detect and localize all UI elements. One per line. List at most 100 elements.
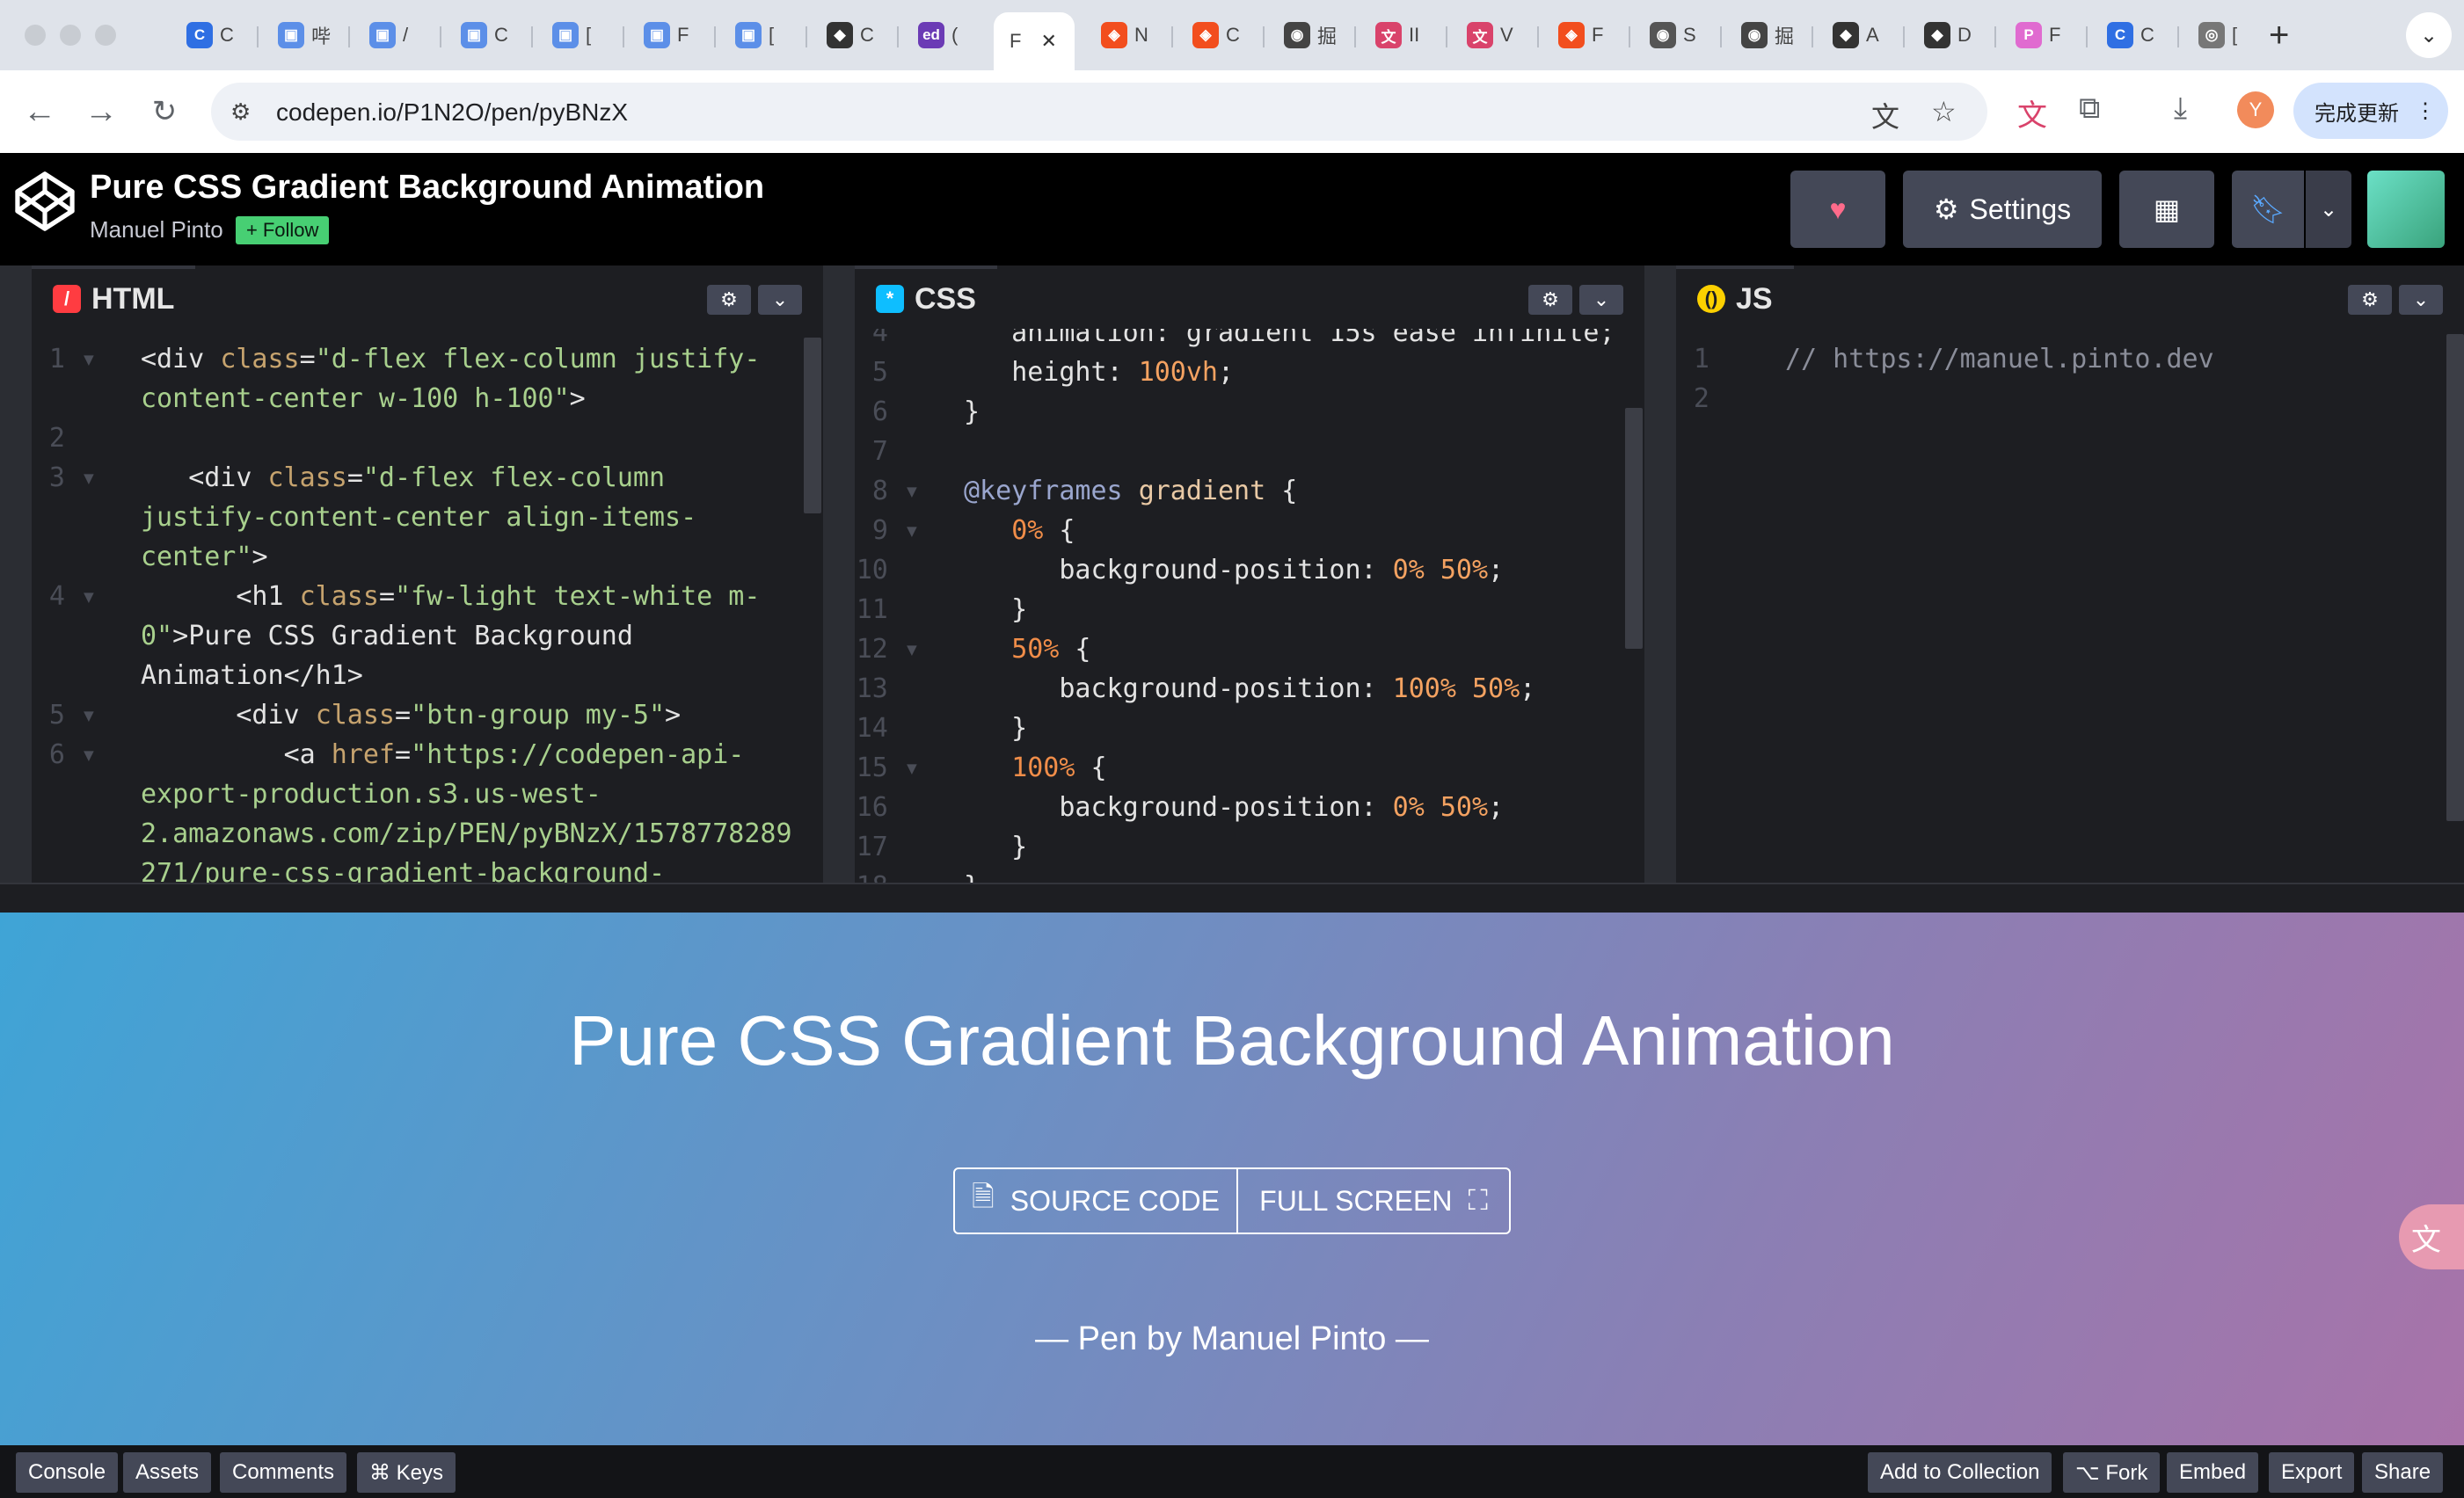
editor-divider[interactable] bbox=[823, 265, 855, 883]
html-collapse-button[interactable]: ⌄ bbox=[758, 285, 802, 315]
more-menu-icon: ⋮ bbox=[2415, 98, 2436, 123]
browser-tab[interactable]: ▣[ bbox=[536, 12, 621, 58]
browser-tab[interactable]: ◈ C bbox=[1177, 12, 1261, 58]
browser-tab[interactable]: ▣ F bbox=[628, 12, 712, 58]
browser-tab[interactable]: 文V bbox=[1451, 12, 1535, 58]
js-tab-label: JS bbox=[1736, 281, 1773, 316]
js-scrollbar[interactable] bbox=[2446, 334, 2464, 821]
html-code-editor[interactable]: 1 ▾ <div class="d-flex flex-column justif… bbox=[32, 329, 823, 883]
translate-icon[interactable]: 文 bbox=[1871, 95, 1899, 135]
browser-tab[interactable]: ◆ A bbox=[1817, 12, 1901, 58]
browser-tab[interactable]: ◉ 掘 bbox=[1268, 12, 1352, 58]
browser-tab[interactable]: ◆ D bbox=[1908, 12, 1993, 58]
assets-button[interactable]: Assets bbox=[123, 1452, 212, 1493]
window-close-button[interactable] bbox=[25, 25, 46, 46]
css-tab[interactable]: * CSS bbox=[855, 265, 997, 329]
love-button[interactable]: ♥ bbox=[1790, 171, 1885, 248]
line-number[interactable]: 8 ▾ bbox=[855, 471, 929, 511]
line-number[interactable]: 4 ▾ bbox=[32, 577, 106, 616]
settings-button[interactable]: ⚙ Settings bbox=[1903, 171, 2102, 248]
line-number[interactable]: 5 ▾ bbox=[32, 695, 106, 735]
browser-tab[interactable]: 文 II bbox=[1360, 12, 1444, 58]
pen-by-credit[interactable]: — Pen by Manuel Pinto — bbox=[0, 1320, 2464, 1358]
follow-button[interactable]: + Follow bbox=[236, 216, 330, 244]
js-settings-button[interactable]: ⚙ bbox=[2348, 285, 2392, 315]
js-tab[interactable]: () JS bbox=[1676, 265, 1794, 329]
browser-tab[interactable]: ed ( bbox=[902, 12, 987, 58]
line-number[interactable]: 15 ▾ bbox=[855, 748, 929, 788]
browser-tab[interactable]: CC bbox=[2091, 12, 2176, 58]
address-bar[interactable]: ⚙ codepen.io/P1N2O/pen/pyBNzX 文 ☆ bbox=[211, 83, 1987, 141]
css-collapse-button[interactable]: ⌄ bbox=[1579, 285, 1623, 315]
user-avatar[interactable] bbox=[2367, 171, 2445, 248]
pen-title[interactable]: Pure CSS Gradient Background Animation bbox=[90, 169, 764, 207]
browser-tab[interactable]: ◈ N bbox=[1085, 12, 1170, 58]
pen-author[interactable]: Manuel Pinto bbox=[90, 216, 223, 244]
line-number[interactable]: 6 ▾ bbox=[32, 735, 106, 774]
editor-divider[interactable] bbox=[1644, 265, 1676, 883]
browser-tab[interactable]: ◆ C bbox=[811, 12, 895, 58]
window-minimize-button[interactable] bbox=[60, 25, 81, 46]
browser-tab[interactable]: ◈ F bbox=[1542, 12, 1627, 58]
code-text: <a href="https://codepen-api- bbox=[283, 739, 745, 770]
line-number[interactable]: 3 ▾ bbox=[32, 458, 106, 498]
browser-tab[interactable]: CC bbox=[171, 12, 255, 58]
browser-tab[interactable]: ◉ 掘 bbox=[1725, 12, 1810, 58]
bookmark-dropdown-button[interactable]: ⌄ bbox=[2306, 171, 2351, 248]
js-code-editor[interactable]: 1 // https://manuel.pinto.dev 2 bbox=[1676, 329, 2464, 883]
comments-button[interactable]: Comments bbox=[220, 1452, 347, 1493]
add-to-collection-button[interactable]: Add to Collection bbox=[1868, 1452, 2052, 1493]
extensions-icon[interactable]: ⧉ bbox=[2079, 91, 2100, 126]
css-code-editor[interactable]: 4 animation: gradient 15s ease infinite;… bbox=[855, 329, 1644, 883]
tab-close-icon[interactable]: ✕ bbox=[1040, 30, 1056, 53]
browser-tab[interactable]: PF bbox=[2000, 12, 2084, 58]
line-number[interactable]: 9 ▾ bbox=[855, 511, 929, 550]
gear-icon: ⚙ bbox=[1542, 288, 1559, 310]
code-text: 50% { bbox=[1011, 634, 1091, 665]
browser-tab[interactable]: ▣[ bbox=[719, 12, 804, 58]
bookmark-button[interactable]: 🔖︎ bbox=[2232, 171, 2304, 248]
new-tab-button[interactable]: + bbox=[2269, 18, 2289, 53]
source-code-button[interactable]: 🗎 SOURCE CODE bbox=[955, 1169, 1238, 1233]
chevron-down-icon: ⌄ bbox=[2412, 288, 2430, 310]
tab-search-button[interactable]: ⌄ bbox=[2406, 12, 2452, 58]
profile-avatar[interactable]: Y bbox=[2237, 91, 2274, 128]
translate-extension-icon[interactable]: 文 bbox=[2017, 91, 2047, 135]
keys-button[interactable]: ⌘ Keys bbox=[357, 1452, 456, 1493]
layout-button[interactable]: ▦ bbox=[2119, 171, 2214, 248]
console-button[interactable]: Console bbox=[16, 1452, 119, 1493]
window-zoom-button[interactable] bbox=[95, 25, 116, 46]
css-settings-button[interactable]: ⚙ bbox=[1528, 285, 1572, 315]
export-button[interactable]: Export bbox=[2269, 1452, 2355, 1493]
result-resize-handle[interactable] bbox=[0, 883, 2464, 913]
update-button[interactable]: 完成更新 ⋮ bbox=[2293, 83, 2448, 139]
browser-tab[interactable]: ◉ S bbox=[1634, 12, 1718, 58]
full-screen-button[interactable]: FULL SCREEN ⛶ bbox=[1238, 1169, 1509, 1233]
html-tab[interactable]: / HTML bbox=[32, 265, 196, 329]
share-button[interactable]: Share bbox=[2362, 1452, 2444, 1493]
forward-button[interactable]: → bbox=[79, 90, 123, 134]
codepen-logo-icon[interactable] bbox=[12, 169, 77, 234]
result-heading: Pure CSS Gradient Background Animation bbox=[569, 1001, 1895, 1080]
tab-separator bbox=[1629, 26, 1630, 47]
css-scrollbar[interactable] bbox=[1625, 408, 1643, 649]
back-button[interactable]: ← bbox=[18, 90, 62, 134]
site-info-icon[interactable]: ⚙ bbox=[230, 98, 251, 126]
download-icon[interactable]: ⤓ bbox=[2174, 91, 2187, 126]
html-scrollbar[interactable] bbox=[804, 338, 821, 513]
fork-button[interactable]: ⌥ Fork bbox=[2063, 1452, 2161, 1493]
html-settings-button[interactable]: ⚙ bbox=[707, 285, 751, 315]
translate-float-icon[interactable]: 文 bbox=[2399, 1204, 2464, 1269]
browser-tab[interactable]: ▣ C bbox=[445, 12, 529, 58]
browser-tab[interactable]: ▣ / bbox=[354, 12, 438, 58]
js-collapse-button[interactable]: ⌄ bbox=[2399, 285, 2443, 315]
bookmark-star-icon[interactable]: ☆ bbox=[1931, 95, 1957, 128]
url-text[interactable]: codepen.io/P1N2O/pen/pyBNzX bbox=[276, 98, 628, 127]
browser-tab[interactable]: ▣ 哔 bbox=[262, 12, 346, 58]
reload-button[interactable]: ↻ bbox=[142, 90, 186, 134]
embed-button[interactable]: Embed bbox=[2167, 1452, 2259, 1493]
line-number[interactable]: 12 ▾ bbox=[855, 629, 929, 669]
browser-tab[interactable]: ◎[ bbox=[2183, 12, 2267, 58]
line-number[interactable]: 1 ▾ bbox=[32, 339, 106, 379]
browser-tab-active[interactable]: F ✕ bbox=[994, 12, 1075, 70]
